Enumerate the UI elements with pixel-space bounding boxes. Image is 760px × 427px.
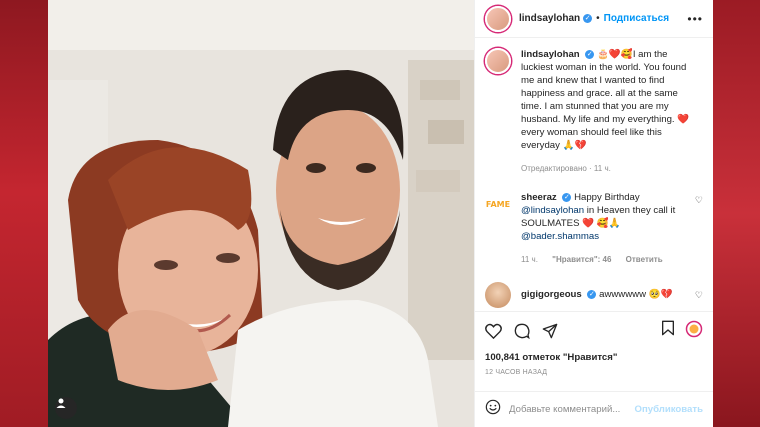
follow-button[interactable]: Подписаться — [604, 13, 669, 24]
commenter-avatar[interactable] — [485, 282, 511, 308]
paper-plane-icon — [542, 323, 558, 339]
comment-item: FAME sheeraz ✓ Happy Birthday @lindsaylo… — [485, 191, 703, 266]
smiley-icon — [485, 399, 501, 415]
gift-button[interactable] — [685, 320, 703, 343]
commenter-username[interactable]: gigigorgeous — [521, 289, 582, 300]
bookmark-icon — [662, 320, 674, 335]
share-button[interactable] — [542, 323, 558, 339]
reply-button[interactable]: Ответить — [626, 255, 663, 264]
comment-time[interactable]: 11 ч. — [521, 255, 538, 264]
comment-text-start: Happy Birthday — [574, 192, 640, 203]
comment-bubble-icon — [514, 323, 530, 339]
caption-emojis: 🎂❤️🥰 — [596, 49, 633, 60]
background-right-panel — [713, 0, 760, 427]
post-photo[interactable] — [48, 0, 474, 427]
publish-button[interactable]: Опубликовать — [634, 404, 703, 415]
post-header: lindsaylohan ✓ • Подписаться ••• — [475, 0, 713, 38]
verified-badge-icon: ✓ — [585, 49, 595, 59]
like-button[interactable] — [485, 323, 502, 339]
comment-body: sheeraz ✓ Happy Birthday @lindsaylohan i… — [521, 191, 697, 266]
comment-button[interactable] — [514, 323, 530, 339]
gift-icon — [685, 320, 703, 337]
likes-count[interactable]: 100,841 отметок "Нравится" — [485, 352, 703, 363]
user-icon — [56, 398, 66, 408]
emoji-button[interactable] — [485, 399, 501, 420]
comment-text: awwwwww 🥺💔 — [599, 289, 673, 300]
author-avatar[interactable] — [485, 5, 511, 32]
post-timestamp: 12 ЧАСОВ НАЗАД — [485, 369, 548, 376]
caption-username[interactable]: lindsaylohan — [521, 49, 580, 60]
background-left-panel — [0, 0, 48, 427]
caption-text: I am the luckiest woman in the world. Yo… — [521, 49, 690, 151]
author-username[interactable]: lindsaylohan — [519, 13, 580, 24]
commenter-username[interactable]: sheeraz — [521, 192, 557, 203]
verified-badge-icon: ✓ — [562, 192, 572, 202]
caption-body: lindsaylohan ✓ 🎂❤️🥰I am the luckiest wom… — [521, 48, 697, 175]
add-comment-bar: Опубликовать — [475, 391, 713, 427]
verified-badge-icon: ✓ — [583, 14, 593, 23]
mention-link[interactable]: @lindsaylohan — [521, 205, 584, 216]
comment-body: gigigorgeous ✓ awwwwww 🥺💔 — [521, 282, 697, 308]
action-bar: 100,841 отметок "Нравится" 12 ЧАСОВ НАЗА… — [475, 311, 713, 376]
like-comment-heart-icon[interactable]: ♡ — [695, 290, 703, 301]
instagram-post: lindsaylohan ✓ • Подписаться ••• lindsay… — [48, 0, 713, 427]
heart-icon — [485, 323, 502, 339]
like-comment-heart-icon[interactable]: ♡ — [695, 195, 703, 206]
verified-badge-icon: ✓ — [587, 289, 597, 299]
caption-item: lindsaylohan ✓ 🎂❤️🥰I am the luckiest wom… — [485, 48, 703, 175]
comments-list[interactable]: lindsaylohan ✓ 🎂❤️🥰I am the luckiest wom… — [475, 38, 713, 311]
commenter-avatar[interactable]: FAME — [485, 191, 511, 217]
caption-meta: Отредактировано · 11 ч. — [521, 164, 611, 173]
caption-avatar[interactable] — [485, 48, 511, 74]
more-options-icon[interactable]: ••• — [687, 12, 703, 26]
post-sidebar: lindsaylohan ✓ • Подписаться ••• lindsay… — [474, 0, 713, 427]
separator-dot: • — [596, 13, 600, 24]
comment-input[interactable] — [509, 404, 635, 415]
comment-item: gigigorgeous ✓ awwwwww 🥺💔 ♡ — [485, 282, 703, 308]
comment-meta: 11 ч. "Нравится": 46 Ответить — [521, 253, 697, 266]
selfie-illustration — [48, 0, 474, 427]
mention-link[interactable]: @bader.shammas — [521, 231, 599, 242]
save-button[interactable] — [661, 320, 675, 343]
comment-likes[interactable]: "Нравится": 46 — [552, 255, 611, 264]
tagged-users-button[interactable] — [55, 397, 77, 419]
